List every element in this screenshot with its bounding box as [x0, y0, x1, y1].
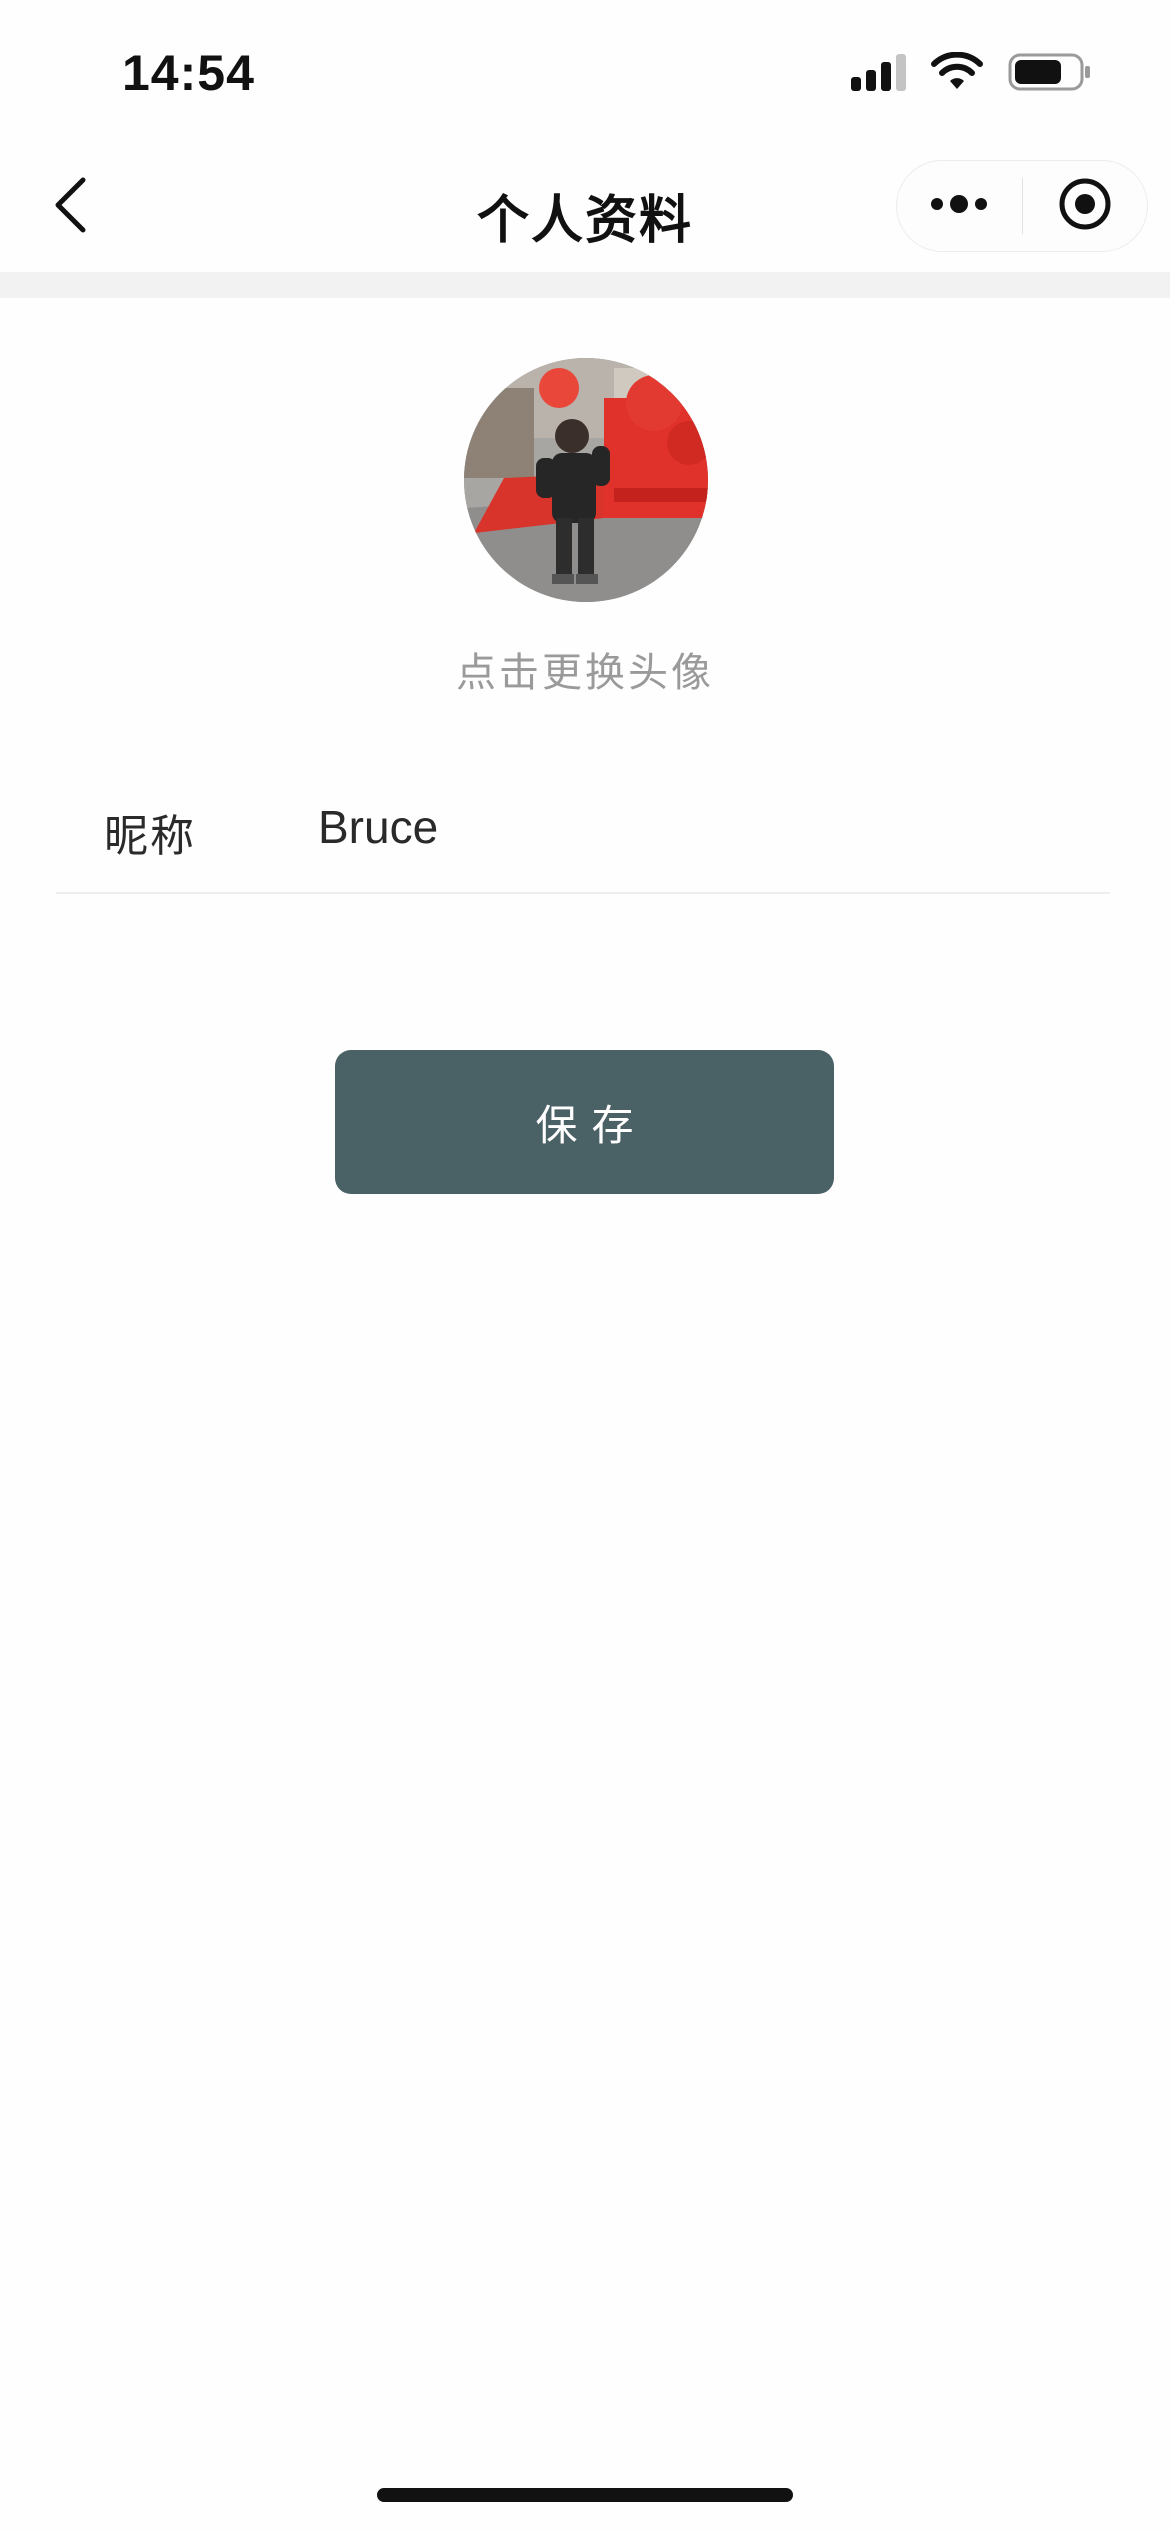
profile-screen: 14:54 个人资料 点击更换头像 昵称 Bruce 保存: [0, 0, 1170, 2532]
avatar[interactable]: [464, 358, 708, 602]
more-dots-icon: [929, 192, 989, 220]
cellular-signal-icon: [851, 53, 906, 91]
nickname-divider: [56, 892, 1110, 894]
battery-icon: [1008, 52, 1092, 92]
avatar-change-hint[interactable]: 点击更换头像: [0, 640, 1170, 698]
avatar-photo: [464, 358, 708, 602]
nickname-row: 昵称: [56, 770, 1110, 894]
wifi-icon: [930, 51, 984, 92]
status-bar: 14:54: [0, 0, 1170, 140]
nickname-input[interactable]: [318, 792, 1078, 862]
close-button[interactable]: [1023, 160, 1148, 252]
nickname-label: 昵称: [104, 811, 196, 862]
close-circle-icon: [1057, 176, 1113, 236]
more-button[interactable]: [897, 160, 1022, 252]
status-icons: [851, 51, 1092, 92]
mini-program-capsule: [896, 160, 1148, 252]
save-button[interactable]: 保存: [335, 1050, 834, 1194]
navigation-bar: 个人资料: [0, 140, 1170, 272]
home-indicator: [377, 2488, 793, 2502]
status-time: 14:54: [122, 45, 255, 101]
nav-separator: [0, 272, 1170, 298]
